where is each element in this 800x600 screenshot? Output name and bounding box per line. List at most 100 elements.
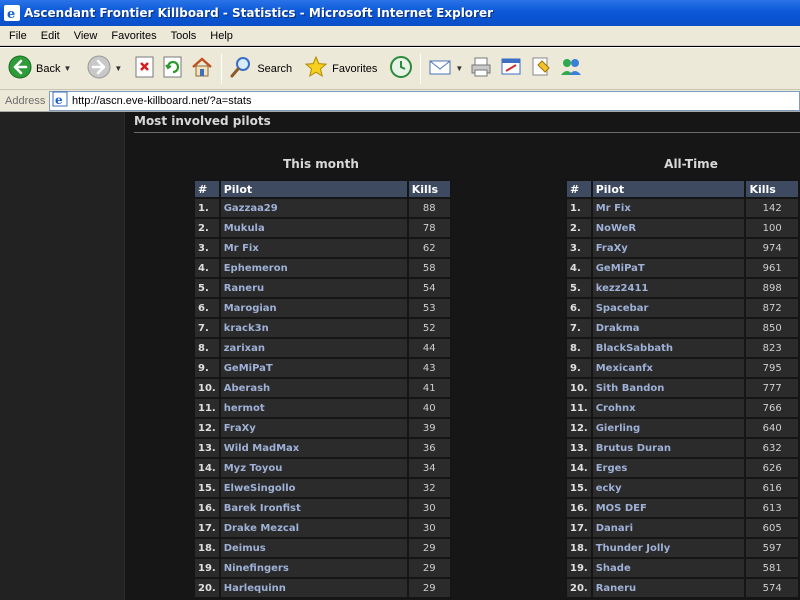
table-row: 16. MOS DEF 613 xyxy=(567,499,798,517)
menu-help[interactable]: Help xyxy=(203,26,240,46)
pilot-link[interactable]: ElweSingollo xyxy=(220,479,407,497)
table-row: 1. Mr Fix 142 xyxy=(567,199,798,217)
table-row: 15. ElweSingollo 32 xyxy=(195,479,450,497)
pilot-link[interactable]: GeMiPaT xyxy=(592,259,745,277)
pilot-link[interactable]: Aberash xyxy=(220,379,407,397)
pilot-link[interactable]: ecky xyxy=(592,479,745,497)
forward-button[interactable]: ▼ xyxy=(84,51,125,87)
pilot-link[interactable]: NoWeR xyxy=(592,219,745,237)
pilot-link[interactable]: Raneru xyxy=(592,579,745,597)
forward-arrow-icon xyxy=(87,55,111,82)
forward-dropdown-icon[interactable]: ▼ xyxy=(114,64,122,73)
rank-cell: 2. xyxy=(567,219,591,237)
pilot-link[interactable]: Danari xyxy=(592,519,745,537)
pilot-link[interactable]: krack3n xyxy=(220,319,407,337)
pilot-link[interactable]: Brutus Duran xyxy=(592,439,745,457)
back-button[interactable]: Back ▼ xyxy=(0,51,74,87)
table-row: 2. Mukula 78 xyxy=(195,219,450,237)
table-row: 15. ecky 616 xyxy=(567,479,798,497)
search-button[interactable]: Search xyxy=(226,51,295,87)
history-icon xyxy=(389,55,413,82)
mail-dropdown-icon[interactable]: ▼ xyxy=(455,64,463,73)
pilot-link[interactable]: Ephemeron xyxy=(220,259,407,277)
favorites-button[interactable]: Favorites xyxy=(301,51,380,87)
pilot-link[interactable]: Myz Toyou xyxy=(220,459,407,477)
menu-view[interactable]: View xyxy=(67,26,105,46)
kills-cell: 626 xyxy=(746,459,798,477)
pilot-link[interactable]: Marogian xyxy=(220,299,407,317)
rank-cell: 3. xyxy=(567,239,591,257)
pilot-link[interactable]: hermot xyxy=(220,399,407,417)
rank-cell: 1. xyxy=(195,199,219,217)
pilot-link[interactable]: Mexicanfx xyxy=(592,359,745,377)
edit-button[interactable] xyxy=(496,51,526,87)
kills-cell: 974 xyxy=(746,239,798,257)
menu-tools[interactable]: Tools xyxy=(164,26,204,46)
address-input[interactable]: e http://ascn.eve-killboard.net/?a=stats xyxy=(49,90,800,111)
menu-file[interactable]: File xyxy=(0,26,34,46)
print-button[interactable] xyxy=(466,51,496,87)
messenger-icon xyxy=(559,55,583,82)
messenger-button[interactable] xyxy=(556,51,586,87)
rank-cell: 5. xyxy=(195,279,219,297)
back-dropdown-icon[interactable]: ▼ xyxy=(63,64,71,73)
section-title: Most involved pilots xyxy=(134,114,271,128)
history-button[interactable] xyxy=(386,51,416,87)
menu-favorites[interactable]: Favorites xyxy=(104,26,163,46)
pilot-link[interactable]: Mukula xyxy=(220,219,407,237)
rank-cell: 10. xyxy=(567,379,591,397)
pilot-link[interactable]: Mr Fix xyxy=(592,199,745,217)
pilot-link[interactable]: Harlequinn xyxy=(220,579,407,597)
rank-cell: 14. xyxy=(567,459,591,477)
pilot-link[interactable]: Thunder Jolly xyxy=(592,539,745,557)
kills-cell: 34 xyxy=(408,459,450,477)
rank-cell: 5. xyxy=(567,279,591,297)
this-month-heading: This month xyxy=(283,157,359,171)
pilot-link[interactable]: Ninefingers xyxy=(220,559,407,577)
table-row: 9. Mexicanfx 795 xyxy=(567,359,798,377)
table-row: 12. Gierling 640 xyxy=(567,419,798,437)
pilot-link[interactable]: Sith Bandon xyxy=(592,379,745,397)
pilot-link[interactable]: zarixan xyxy=(220,339,407,357)
pilot-link[interactable]: Wild MadMax xyxy=(220,439,407,457)
pilot-link[interactable]: BlackSabbath xyxy=(592,339,745,357)
pilot-link[interactable]: Drake Mezcal xyxy=(220,519,407,537)
table-header-row: # Pilot Kills xyxy=(195,181,450,197)
pilot-link[interactable]: Erges xyxy=(592,459,745,477)
kills-cell: 62 xyxy=(408,239,450,257)
pilot-link[interactable]: Barek Ironfist xyxy=(220,499,407,517)
favorites-label: Favorites xyxy=(332,62,378,75)
pilot-link[interactable]: Drakma xyxy=(592,319,745,337)
discuss-button[interactable] xyxy=(526,51,556,87)
home-button[interactable] xyxy=(187,51,217,87)
pilot-link[interactable]: Gazzaa29 xyxy=(220,199,407,217)
column-header-num: # xyxy=(195,181,219,197)
stop-button[interactable] xyxy=(131,51,159,87)
table-row: 9. GeMiPaT 43 xyxy=(195,359,450,377)
pilot-link[interactable]: Mr Fix xyxy=(220,239,407,257)
pilot-link[interactable]: GeMiPaT xyxy=(220,359,407,377)
pilot-link[interactable]: Deimus xyxy=(220,539,407,557)
pilot-link[interactable]: kezz2411 xyxy=(592,279,745,297)
kills-cell: 44 xyxy=(408,339,450,357)
pilot-link[interactable]: Crohnx xyxy=(592,399,745,417)
refresh-button[interactable] xyxy=(159,51,187,87)
rank-cell: 19. xyxy=(567,559,591,577)
pilot-link[interactable]: Gierling xyxy=(592,419,745,437)
rank-cell: 12. xyxy=(567,419,591,437)
pilot-link[interactable]: Raneru xyxy=(220,279,407,297)
table-row: 11. Crohnx 766 xyxy=(567,399,798,417)
kills-cell: 597 xyxy=(746,539,798,557)
pilot-link[interactable]: Shade xyxy=(592,559,745,577)
home-icon xyxy=(190,55,214,82)
pilot-link[interactable]: MOS DEF xyxy=(592,499,745,517)
kills-cell: 616 xyxy=(746,479,798,497)
table-header-row: # Pilot Kills xyxy=(567,181,798,197)
pilot-link[interactable]: FraXy xyxy=(592,239,745,257)
mail-button[interactable]: ▼ xyxy=(425,51,466,87)
pilot-link[interactable]: Spacebar xyxy=(592,299,745,317)
rank-cell: 10. xyxy=(195,379,219,397)
menu-edit[interactable]: Edit xyxy=(34,26,67,46)
pilot-link[interactable]: FraXy xyxy=(220,419,407,437)
rank-cell: 20. xyxy=(567,579,591,597)
